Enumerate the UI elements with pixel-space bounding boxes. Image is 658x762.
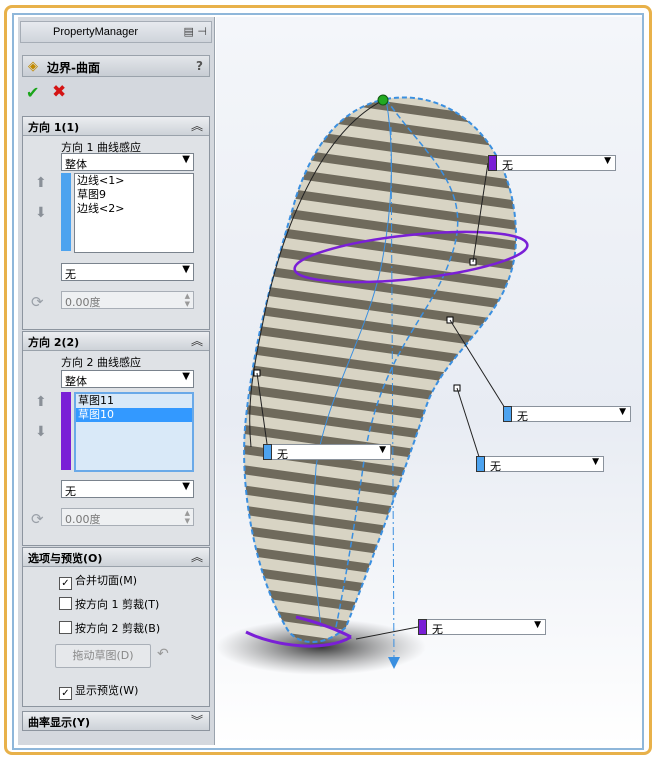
pin-icon[interactable]: ▤ ⊣ xyxy=(184,25,207,38)
callout-value: 无 xyxy=(517,410,528,423)
direction1-group: 方向 1(1) ︽ 方向 1 曲线感应 整体 ▼ ⬆ ⬇ 边线<1> 草图9 边… xyxy=(22,116,210,330)
spinner-arrows-icon[interactable]: ▲ ▼ xyxy=(185,509,190,525)
checkbox-unchecked-icon xyxy=(59,597,72,610)
surface-body xyxy=(243,96,518,643)
show-preview-checkbox[interactable]: ✓ 显示预览(W) xyxy=(59,682,138,700)
chevron-down-icon: ▼ xyxy=(182,371,190,382)
direction2-group: 方向 2(2) ︽ 方向 2 曲线感应 整体 ▼ ⬆ ⬇ 草图11 草图10 无… xyxy=(22,331,210,546)
trim-dir1-checkbox[interactable]: 按方向 1 剪裁(T) xyxy=(59,596,159,612)
pm-title-bar: PropertyManager ▤ ⊣ xyxy=(20,21,212,43)
checkbox-label: 按方向 1 剪裁(T) xyxy=(75,598,160,611)
undo-icon[interactable]: ↶ xyxy=(157,646,169,662)
callout-left[interactable]: 无 ▼ xyxy=(263,444,391,461)
color-swatch xyxy=(263,444,272,460)
list-item[interactable]: 草图11 xyxy=(76,394,192,408)
tangency-label: 方向 2 曲线感应 xyxy=(61,356,141,369)
boundary-surface-icon: ◈ xyxy=(28,59,38,74)
rotate-icon: ⟳ xyxy=(31,510,44,528)
dir1-end-condition-select[interactable]: 无 ▼ xyxy=(61,263,194,281)
dir1-color-bar xyxy=(61,173,71,251)
move-up-icon[interactable]: ⬆ xyxy=(35,394,47,410)
help-icon[interactable]: ? xyxy=(196,59,203,73)
collapse-icon[interactable]: ︽ xyxy=(191,548,203,565)
tangency-select[interactable]: 整体 ▼ xyxy=(61,370,194,388)
select-value: 无 xyxy=(65,268,76,281)
collapse-icon[interactable]: ︽ xyxy=(191,117,203,134)
dir1-angle-spinner[interactable]: 0.00度 ▲ ▼ xyxy=(61,291,194,309)
checkbox-checked-icon: ✓ xyxy=(59,687,72,700)
group-title: 选项与预览(O) xyxy=(28,552,103,565)
tangency-select[interactable]: 整体 ▼ xyxy=(61,153,194,171)
move-up-icon[interactable]: ⬆ xyxy=(35,175,47,191)
curvature-group: 曲率显示(Y) ︾ xyxy=(22,711,210,731)
trim-dir2-checkbox[interactable]: 按方向 2 剪裁(B) xyxy=(59,620,160,636)
checkbox-label: 合并切面(M) xyxy=(75,574,138,587)
color-swatch xyxy=(488,155,497,171)
list-item[interactable]: 边线<1> xyxy=(75,174,193,188)
callout-bottom[interactable]: 无 ▼ xyxy=(418,619,546,636)
checkbox-unchecked-icon xyxy=(59,621,72,634)
color-swatch xyxy=(418,619,427,635)
collapse-icon[interactable]: ︽ xyxy=(191,332,203,349)
checkbox-label: 显示预览(W) xyxy=(75,684,139,697)
dir2-angle-spinner[interactable]: 0.00度 ▲ ▼ xyxy=(61,508,194,526)
dir1-curve-list[interactable]: 边线<1> 草图9 边线<2> xyxy=(74,173,194,253)
chevron-down-icon: ▼ xyxy=(182,481,190,492)
chevron-down-icon: ▼ xyxy=(619,407,626,417)
list-item[interactable]: 边线<2> xyxy=(75,202,193,216)
green-point xyxy=(377,94,389,106)
ok-check-icon[interactable]: ✔ xyxy=(26,83,39,102)
button-label: 拖动草图(D) xyxy=(72,649,134,662)
chevron-down-icon: ▼ xyxy=(379,445,386,455)
chevron-down-icon: ▼ xyxy=(592,457,599,467)
pm-title: PropertyManager xyxy=(53,26,138,38)
group-title: 方向 1(1) xyxy=(28,121,80,134)
chevron-down-icon: ▼ xyxy=(182,264,190,275)
callout-value: 无 xyxy=(432,623,443,636)
property-manager: PropertyManager ▤ ⊣ ◈ 边界-曲面 ? ✔ ✖ 方向 1(1… xyxy=(18,17,215,745)
move-down-icon[interactable]: ⬇ xyxy=(35,205,47,221)
callout-top-right[interactable]: 无 ▼ xyxy=(488,155,616,172)
list-item[interactable]: 草图9 xyxy=(75,188,193,202)
list-item-selected[interactable]: 草图10 xyxy=(76,408,192,422)
feature-header: ◈ 边界-曲面 ? xyxy=(22,55,210,77)
checkbox-checked-icon: ✓ xyxy=(59,577,72,590)
spinner-arrows-icon[interactable]: ▲ ▼ xyxy=(185,292,190,308)
chevron-down-icon: ▼ xyxy=(534,620,541,630)
color-swatch xyxy=(476,456,485,472)
rotate-icon: ⟳ xyxy=(31,293,44,311)
group-title: 曲率显示(Y) xyxy=(28,716,91,729)
dir2-color-bar xyxy=(61,392,71,470)
merge-faces-checkbox[interactable]: ✓ 合并切面(M) xyxy=(59,572,137,590)
direction2-header[interactable]: 方向 2(2) ︽ xyxy=(23,332,209,351)
dir2-curve-list[interactable]: 草图11 草图10 xyxy=(74,392,194,472)
callout-value: 无 xyxy=(490,460,501,473)
select-value: 无 xyxy=(65,485,76,498)
expand-icon[interactable]: ︾ xyxy=(191,712,203,729)
chevron-down-icon: ▼ xyxy=(182,154,190,165)
dir2-end-condition-select[interactable]: 无 ▼ xyxy=(61,480,194,498)
curvature-header[interactable]: 曲率显示(Y) ︾ xyxy=(23,712,209,730)
options-header[interactable]: 选项与预览(O) ︽ xyxy=(23,548,209,567)
direction1-header[interactable]: 方向 1(1) ︽ xyxy=(23,117,209,136)
spinner-value: 0.00度 xyxy=(65,296,101,309)
select-value: 整体 xyxy=(65,158,87,171)
callout-value: 无 xyxy=(502,159,513,172)
graphics-viewport[interactable] xyxy=(216,17,642,746)
select-value: 整体 xyxy=(65,375,87,388)
feature-name: 边界-曲面 xyxy=(47,61,100,75)
move-down-icon[interactable]: ⬇ xyxy=(35,424,47,440)
callout-mid-right-2[interactable]: 无 ▼ xyxy=(476,456,604,473)
callout-value: 无 xyxy=(277,448,288,461)
chevron-down-icon: ▼ xyxy=(604,156,611,166)
color-swatch xyxy=(503,406,512,422)
checkbox-label: 按方向 2 剪裁(B) xyxy=(75,622,161,635)
spinner-value: 0.00度 xyxy=(65,513,101,526)
group-title: 方向 2(2) xyxy=(28,336,80,349)
drag-sketch-button[interactable]: 拖动草图(D) xyxy=(55,644,151,668)
callout-mid-right[interactable]: 无 ▼ xyxy=(503,406,631,423)
boundary-surface-model xyxy=(216,94,529,675)
cancel-x-icon[interactable]: ✖ xyxy=(52,82,66,102)
options-group: 选项与预览(O) ︽ ✓ 合并切面(M) 按方向 1 剪裁(T) 按方向 2 剪裁… xyxy=(22,547,210,707)
